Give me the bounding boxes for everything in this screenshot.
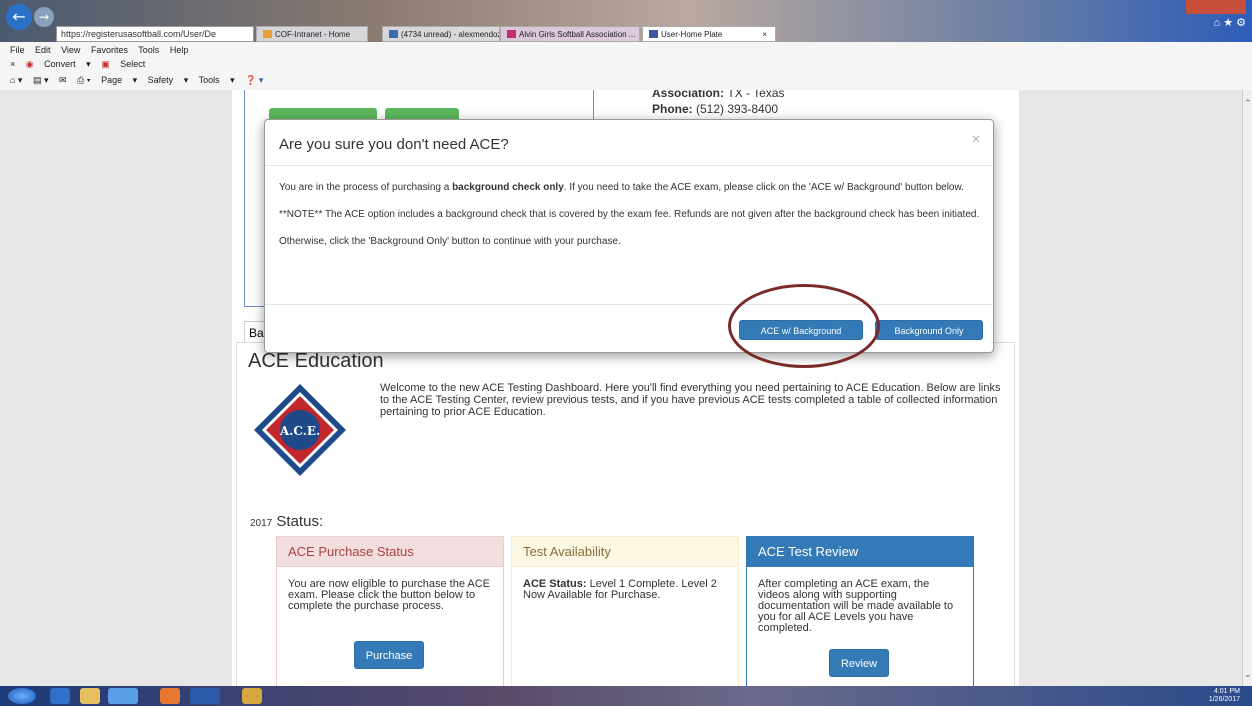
phone-row: Phone: (512) 393-8400 [652,102,779,116]
menu-view[interactable]: View [61,45,80,55]
tools-menu[interactable]: Tools ▾ [199,75,235,85]
home-star-gear-icons[interactable]: ⌂ ★ ⚙ [1214,16,1246,29]
card-header: ACE Test Review [747,537,973,567]
back-button[interactable]: ← [6,4,32,30]
home-icon[interactable]: ⌂ ▾ [10,75,22,85]
test-review-card: ACE Test Review After completing an ACE … [746,536,974,686]
card-body: ACE Status: Level 1 Complete. Level 2 No… [523,578,717,601]
annotation-circle [728,284,880,368]
menu-file[interactable]: File [10,45,25,55]
tab-cof-intranet[interactable]: COF-Intranet - Home [256,26,368,42]
modal-paragraph-2: **NOTE** The ACE option includes a backg… [279,209,980,220]
modal-paragraph-3: Otherwise, click the 'Background Only' b… [279,236,621,247]
select-button[interactable]: ▣ Select [101,59,153,69]
select-icon: ▣ [101,59,110,69]
ace-logo: A.C.E. [254,384,346,476]
outlook-icon[interactable] [160,688,180,704]
forward-button[interactable]: → [34,7,54,27]
modal-header: Are you sure you don't need ACE? × [265,120,993,166]
tab-email[interactable]: (4734 unread) - alexmendoza8... [382,26,500,42]
folder-icon [263,30,272,38]
mail-icon [389,30,398,38]
windows-taskbar: 4:01 PM 1/26/2017 [0,686,1252,706]
close-toolbar-icon[interactable]: × [10,59,15,69]
folder-icon[interactable] [242,688,262,704]
review-button[interactable]: Review [829,649,889,677]
tab-alvin-girls[interactable]: Alvin Girls Softball Association ... [500,26,640,42]
card-body: After completing an ACE exam, the videos… [758,578,954,634]
start-button-icon[interactable] [8,688,36,704]
purchase-status-card: ACE Purchase Status You are now eligible… [276,536,504,686]
close-icon[interactable]: × [971,132,981,146]
window-controls[interactable] [1186,0,1246,14]
mail-icon[interactable]: ✉ [59,75,67,85]
confirm-modal: Are you sure you don't need ACE? × You a… [264,119,994,353]
media-icon[interactable] [50,688,70,704]
menu-edit[interactable]: Edit [35,45,51,55]
print-icon[interactable]: ⎙ ▾ [77,75,90,85]
menu-tools[interactable]: Tools [138,45,159,55]
close-tab-icon[interactable]: × [762,30,767,39]
purchase-button[interactable]: Purchase [354,641,424,669]
explorer-icon[interactable] [80,688,100,704]
card-header: ACE Purchase Status [277,537,503,567]
welcome-text: Welcome to the new ACE Testing Dashboard… [380,382,1001,418]
scroll-up-icon[interactable]: ⌃ [1244,98,1252,109]
page-scrollbar[interactable]: ⌃ ⌄ [1242,90,1252,686]
help-icon[interactable]: ❓ ▾ [245,75,263,85]
convert-icon: ◉ [25,59,34,69]
word-icon[interactable] [190,688,220,704]
association-info: Association: TX - Texas Phone: (512) 393… [652,90,785,116]
card-header: Test Availability [512,537,738,567]
tab-user-home-plate[interactable]: User-Home Plate × [642,26,776,42]
menu-favorites[interactable]: Favorites [91,45,128,55]
menu-bar: File Edit View Favorites Tools Help × ◉ … [0,42,1252,90]
site-icon [507,30,516,38]
card-body: You are now eligible to purchase the ACE… [288,578,491,612]
convert-button[interactable]: ◉ Convert ▾ [26,59,91,69]
logo-text: A.C.E. [279,424,320,438]
page-menu[interactable]: Page ▾ [101,75,137,85]
toolbar-row-2: ⌂ ▾ ▤ ▾ ✉ ⎙ ▾ Page ▾ Safety ▾ Tools ▾ ❓ … [10,75,271,86]
modal-body: You are in the process of purchasing a b… [279,180,983,261]
toolbar-row-1: × ◉ Convert ▾ ▣ Select [10,59,161,70]
association-row: Association: TX - Texas [652,90,785,100]
status-heading: 2017 Status: [250,513,324,530]
scroll-down-icon[interactable]: ⌄ [1244,669,1252,680]
test-availability-card: Test Availability ACE Status: Level 1 Co… [511,536,739,686]
address-bar[interactable]: https://registerusasoftball.com/User/De [56,26,254,42]
site-icon [649,30,658,38]
safety-menu[interactable]: Safety ▾ [148,75,189,85]
menu-help[interactable]: Help [170,45,189,55]
browser-title-bar: ← → https://registerusasoftball.com/User… [0,0,1252,42]
system-clock[interactable]: 4:01 PM 1/26/2017 [1209,688,1240,704]
modal-paragraph-1: You are in the process of purchasing a b… [279,182,964,193]
ie-icon[interactable] [108,688,138,704]
menu-items: File Edit View Favorites Tools Help [10,45,196,55]
feeds-icon[interactable]: ▤ ▾ [33,75,49,85]
background-only-button[interactable]: Background Only [875,320,983,340]
modal-title: Are you sure you don't need ACE? [279,136,509,153]
